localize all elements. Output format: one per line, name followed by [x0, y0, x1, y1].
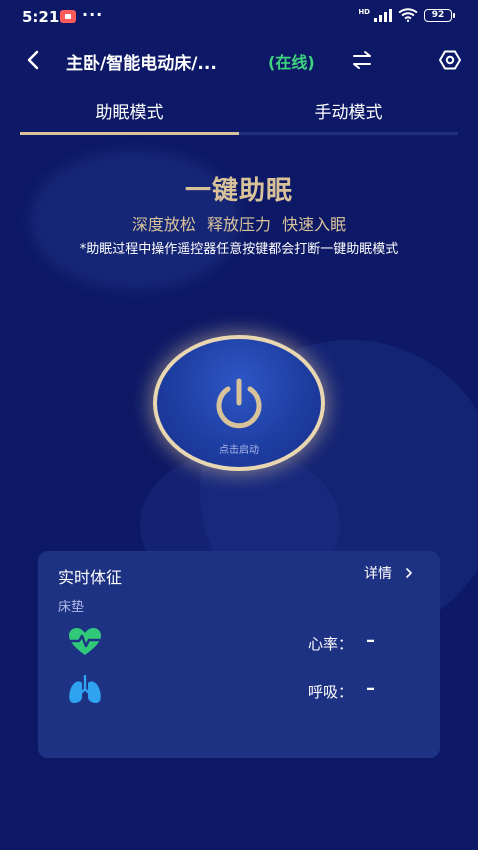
- details-label: 详情: [364, 566, 392, 582]
- heart-rate-icon: [69, 628, 101, 655]
- status-indicators: HD 92: [358, 8, 455, 22]
- breathing-row: 呼吸： –: [38, 673, 440, 709]
- battery-indicator: 92: [424, 8, 455, 22]
- chevron-right-icon: [406, 568, 412, 578]
- status-time: 5:21: [22, 8, 60, 26]
- breathing-label: 呼吸：: [308, 683, 354, 701]
- vitals-details-link[interactable]: 详情: [364, 563, 414, 583]
- online-status-badge: (在线): [268, 53, 315, 72]
- lungs-icon: [69, 675, 101, 703]
- breathing-value: –: [366, 678, 375, 699]
- heart-rate-label: 心率：: [308, 635, 354, 653]
- network-type: HD: [358, 8, 370, 16]
- tab-sleep-assist-mode[interactable]: 助眠模式: [20, 98, 239, 123]
- wifi-icon: [398, 8, 418, 22]
- heart-rate-row: 心率： –: [38, 625, 440, 661]
- active-tab-indicator: [20, 132, 239, 135]
- notification-app-icon: [60, 10, 76, 23]
- more-notifications-icon: ···: [82, 5, 104, 24]
- back-button[interactable]: [22, 48, 46, 72]
- vitals-title: 实时体征: [58, 568, 123, 587]
- sleep-assist-note: *助眠过程中操作遥控器任意按键都会打断一键助眠模式: [79, 242, 399, 257]
- status-bar: 5:21 ··· HD 92: [0, 0, 478, 34]
- switch-device-button[interactable]: [350, 48, 374, 72]
- mode-tabs: 助眠模式 手动模式: [20, 90, 458, 138]
- device-title: 主卧/智能电动床/...: [66, 54, 217, 74]
- sleep-assist-title: 一键助眠: [184, 176, 293, 206]
- power-button-face[interactable]: 点击启动: [157, 339, 321, 467]
- vitals-card: 实时体征 详情 床垫 心率： – 呼吸： –: [38, 551, 440, 758]
- sleep-assist-subtitle: 深度放松 释放压力 快速入眠: [131, 215, 347, 234]
- tab-manual-mode[interactable]: 手动模式: [239, 98, 458, 123]
- vitals-source-label: 床垫: [58, 600, 85, 615]
- start-sleep-assist-button[interactable]: 点击启动: [153, 335, 325, 471]
- power-button-label: 点击启动: [219, 445, 259, 456]
- power-icon: [216, 378, 262, 429]
- settings-button[interactable]: [438, 48, 462, 72]
- app-header: 主卧/智能电动床/... (在线): [0, 38, 478, 82]
- signal-icon: [374, 8, 392, 22]
- heart-rate-value: –: [366, 630, 375, 651]
